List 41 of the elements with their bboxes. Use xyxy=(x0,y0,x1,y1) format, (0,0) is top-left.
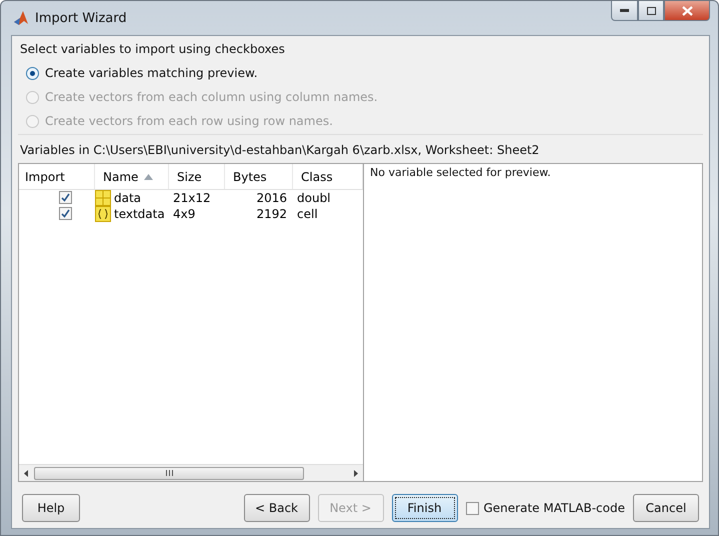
maximize-button[interactable] xyxy=(638,1,664,21)
braces-icon xyxy=(95,206,111,222)
table-cell-text: doubl xyxy=(296,191,332,205)
column-header[interactable]: Import xyxy=(19,164,95,189)
dialog-button[interactable]: Finish xyxy=(392,494,458,522)
radio-button[interactable] xyxy=(26,66,39,80)
table-cell-text: 21x12 xyxy=(172,191,212,205)
grid-icon xyxy=(95,190,111,206)
dialog-button[interactable]: Cancel xyxy=(633,494,699,522)
logo-icon xyxy=(13,10,29,26)
option-label: Create vectors from each column using column names. xyxy=(45,90,378,104)
column-header[interactable]: Name xyxy=(95,164,169,189)
maximize-icon xyxy=(646,6,656,14)
import-checkbox[interactable] xyxy=(59,207,72,220)
close-button[interactable] xyxy=(664,1,710,21)
minimize-button[interactable] xyxy=(611,1,638,21)
option-label: Create variables matching preview. xyxy=(45,66,258,80)
horizontal-scrollbar[interactable] xyxy=(19,464,363,481)
minimize-icon xyxy=(620,9,629,12)
table-cell: textdata xyxy=(114,207,165,221)
preview-message: No variable selected for preview. xyxy=(370,166,551,179)
variables-label: Variables in C:\Users\EBI\university\d-estahban\Kargah 6\zarb.xlsx, Worksheet: Sheet2 xyxy=(19,142,540,159)
dialog-button[interactable]: Help xyxy=(22,494,80,522)
grip-icon xyxy=(166,470,172,476)
close-icon xyxy=(682,6,692,16)
column-header[interactable]: Class xyxy=(293,164,363,189)
table-cell: data xyxy=(114,191,142,205)
option-label: Create vectors from each row using row names. xyxy=(45,114,333,128)
checkbox[interactable] xyxy=(466,502,478,514)
table-cell-text: cell xyxy=(296,207,319,221)
scroll-thumb[interactable] xyxy=(34,466,304,480)
table-cell-text: 4x9 xyxy=(172,207,196,221)
table-cell-text: 2192 xyxy=(255,207,288,221)
import-checkbox[interactable] xyxy=(59,191,72,204)
column-header[interactable]: Bytes xyxy=(225,164,293,189)
column-header[interactable]: Size xyxy=(169,164,225,189)
table-cell-text: 2016 xyxy=(255,191,288,205)
dialog-button[interactable]: < Back xyxy=(244,494,310,522)
checkbox-label: Generate MATLAB-code xyxy=(484,501,625,515)
group-title: Select variables to import using checkboxes xyxy=(20,42,286,56)
window-title: Import Wizard xyxy=(35,10,128,26)
